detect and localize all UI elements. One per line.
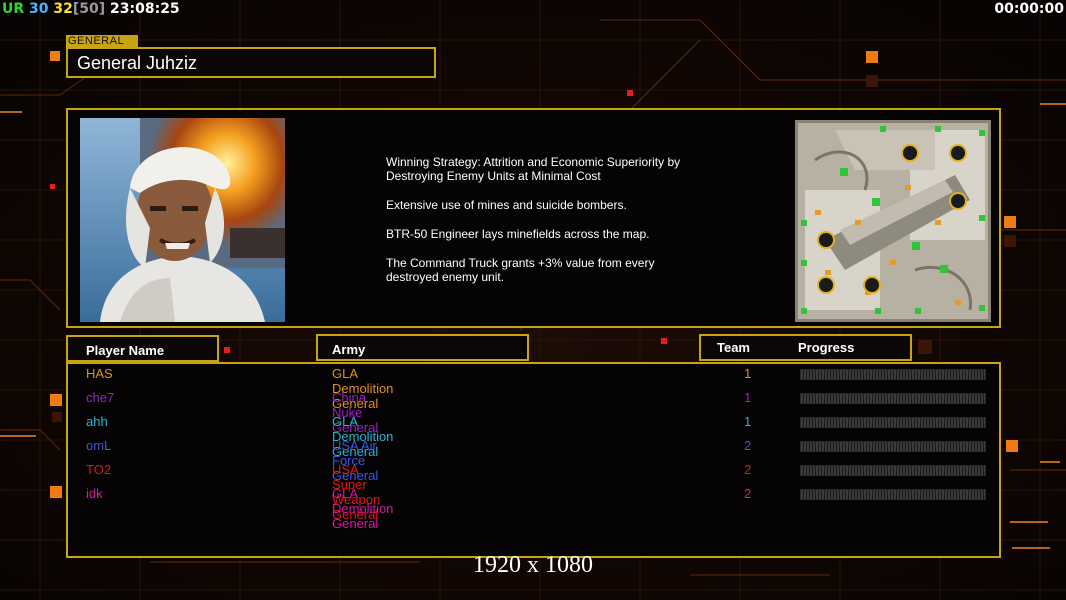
description-line: BTR-50 Engineer lays minefields across t… xyxy=(386,227,650,241)
fps-current-value: 32 xyxy=(53,1,73,17)
general-portrait xyxy=(80,118,285,322)
header-army-label: Army xyxy=(332,342,366,357)
fps-value: 30 xyxy=(29,1,49,17)
general-title-box: General Juhziz xyxy=(66,47,436,78)
header-player-name[interactable]: Player Name xyxy=(66,335,219,362)
general-info-panel: Winning Strategy: Attrition and Economic… xyxy=(66,108,1001,328)
description-line: The Command Truck grants +3% value from … xyxy=(386,256,655,284)
player-team: 2 xyxy=(744,438,752,453)
header-team-progress[interactable]: Team Progress xyxy=(699,334,912,361)
player-team: 2 xyxy=(744,486,752,501)
player-progress-bar xyxy=(800,393,986,404)
player-progress-bar xyxy=(800,369,986,380)
fps-limit-value: [50] xyxy=(72,1,106,17)
player-team: 1 xyxy=(744,390,752,405)
general-description: Winning Strategy: Attrition and Economic… xyxy=(386,155,746,299)
player-name: HAS xyxy=(86,366,113,381)
player-army: GLA Demolition General xyxy=(332,486,394,531)
player-name: che7 xyxy=(86,390,115,405)
map-preview xyxy=(795,120,991,322)
general-name: General Juhziz xyxy=(77,53,198,73)
header-army[interactable]: Army xyxy=(316,334,529,361)
player-list: HAS GLA Demolition General 1 che7 China … xyxy=(66,362,1001,558)
clock: 23:08:25 xyxy=(110,1,180,17)
player-progress-bar xyxy=(800,441,986,452)
ur-label: UR xyxy=(2,1,25,17)
header-player-label: Player Name xyxy=(86,343,165,358)
description-line: Extensive use of mines and suicide bombe… xyxy=(386,198,627,212)
fps-counter: UR 30 32[50] 23:08:25 xyxy=(2,1,180,17)
player-team: 1 xyxy=(744,366,752,381)
player-name: ahh xyxy=(86,414,108,429)
game-timer: 00:00:00 xyxy=(994,1,1064,17)
description-line: Winning Strategy: Attrition and Economic… xyxy=(386,155,681,183)
player-name: TO2 xyxy=(86,462,112,477)
player-team: 1 xyxy=(744,414,752,429)
player-progress-bar xyxy=(800,489,986,500)
player-name: idk xyxy=(86,486,103,501)
player-team: 2 xyxy=(744,462,752,477)
header-team-label: Team xyxy=(717,340,750,355)
header-progress-label: Progress xyxy=(798,340,855,355)
player-progress-bar xyxy=(800,465,986,476)
resolution-label: 1920 x 1080 xyxy=(473,552,593,578)
player-progress-bar xyxy=(800,417,986,428)
player-name: omL xyxy=(86,438,112,453)
